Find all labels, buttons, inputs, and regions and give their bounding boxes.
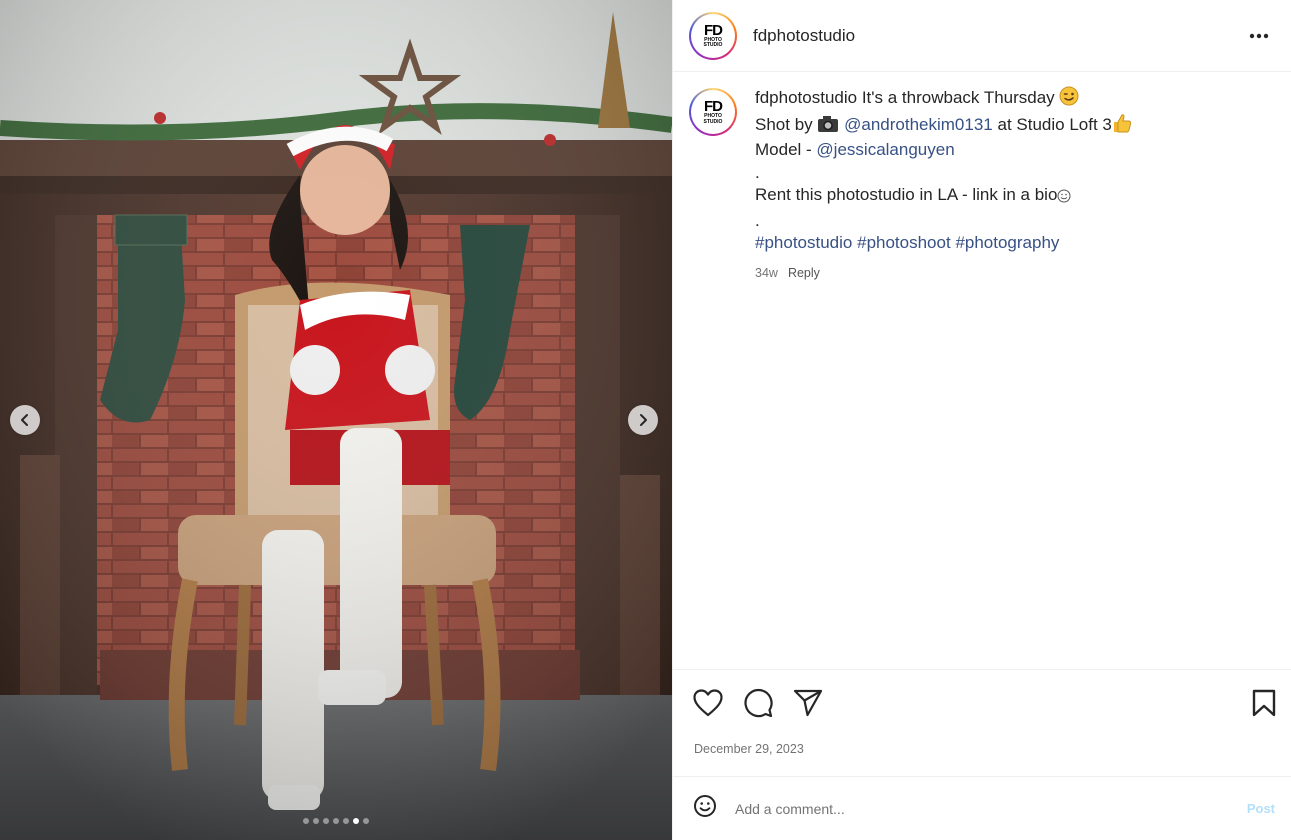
camera-icon	[817, 115, 839, 140]
caption-line: .	[755, 162, 760, 182]
post-image[interactable]	[0, 0, 672, 840]
comment-input[interactable]	[733, 799, 1217, 818]
carousel-dot	[343, 818, 349, 824]
carousel-next-button[interactable]	[628, 405, 658, 435]
hashtag-link[interactable]: #photoshoot	[857, 233, 951, 252]
caption-line: fdphotostudio It's a throwback Thursday	[755, 86, 1132, 113]
carousel-dot	[333, 818, 339, 824]
fd-logo: FD PHOTO STUDIO	[693, 15, 733, 56]
carousel-dot	[303, 818, 309, 824]
reply-button[interactable]: Reply	[788, 262, 820, 285]
post-date[interactable]: December 29, 2023	[673, 742, 1291, 756]
photo-scene	[0, 0, 672, 840]
thumbs-up-icon	[1112, 113, 1132, 140]
caption-line: Model - @jessicalanguyen	[755, 139, 1132, 162]
caption-line: .	[755, 210, 760, 230]
carousel-dot	[363, 818, 369, 824]
caption-username[interactable]: fdphotostudio	[755, 88, 857, 107]
logo-text: FD	[704, 21, 723, 39]
caption-comment: FD PHOTO STUDIO fdphotostudio It's a thr…	[673, 72, 1291, 284]
caption-text-segment: It's a throwback Thursday	[861, 88, 1055, 107]
caption-meta: 34w Reply	[755, 262, 1132, 285]
fd-logo: FD PHOTO STUDIO	[693, 92, 733, 132]
caption-line: Rent this photostudio in LA - link in a …	[755, 184, 1132, 210]
share-button[interactable]	[793, 688, 823, 718]
caption-text: fdphotostudio It's a throwback Thursday …	[755, 86, 1132, 284]
share-icon	[793, 689, 823, 717]
smile-face-icon	[694, 795, 716, 817]
hashtag-link[interactable]: #photography	[955, 233, 1059, 252]
caption-text-segment: at Studio Loft 3	[997, 114, 1112, 134]
comment-icon	[744, 689, 773, 718]
post-side-panel: FD PHOTO STUDIO fdphotostudio FD PHOTO S…	[672, 0, 1291, 840]
carousel-dot	[323, 818, 329, 824]
avatar[interactable]: FD PHOTO STUDIO	[689, 88, 737, 136]
emoji-picker-button[interactable]	[693, 794, 717, 823]
post-header: FD PHOTO STUDIO fdphotostudio	[673, 0, 1291, 72]
heart-icon	[693, 689, 723, 717]
model-link[interactable]: @jessicalanguyen	[816, 140, 954, 159]
carousel-prev-button[interactable]	[10, 405, 40, 435]
more-options-button[interactable]	[1247, 24, 1271, 48]
like-button[interactable]	[693, 688, 723, 718]
avatar[interactable]: FD PHOTO STUDIO	[689, 12, 737, 60]
carousel-dot	[313, 818, 319, 824]
caption-text-segment: Model -	[755, 140, 812, 159]
caption-text-segment: Shot by	[755, 114, 813, 134]
post-comment-button[interactable]: Post	[1247, 801, 1275, 816]
smile-face-icon	[1057, 187, 1071, 210]
action-bar	[673, 670, 1291, 736]
logo-text: FD	[704, 98, 723, 116]
hashtag-link[interactable]: #photostudio	[755, 233, 852, 252]
bookmark-icon	[1252, 689, 1276, 717]
author-username[interactable]: fdphotostudio	[753, 26, 855, 46]
photographer-link[interactable]: @androthekim0131	[844, 115, 993, 134]
hashtag-line: #photostudio #photoshoot #photography	[755, 232, 1132, 255]
post-actions: December 29, 2023	[673, 669, 1291, 756]
carousel-indicator	[0, 818, 672, 824]
comment-button[interactable]	[743, 688, 773, 718]
more-icon	[1249, 33, 1269, 39]
post-age: 34w	[755, 265, 778, 280]
wink-face-icon	[1059, 86, 1079, 113]
logo-subtext: STUDIO	[703, 42, 723, 48]
post-dialog: FD PHOTO STUDIO fdphotostudio FD PHOTO S…	[0, 0, 1291, 840]
chevron-right-icon	[640, 414, 647, 426]
caption-text-segment: Rent this photostudio in LA - link in a …	[755, 185, 1058, 204]
save-button[interactable]	[1249, 688, 1279, 718]
carousel-dot	[353, 818, 359, 824]
comment-form: Post	[673, 776, 1291, 840]
chevron-left-icon	[21, 414, 28, 426]
caption-line: Shot by @androthekim0131 at Studio Loft …	[755, 113, 1132, 140]
logo-subtext: STUDIO	[703, 118, 723, 125]
